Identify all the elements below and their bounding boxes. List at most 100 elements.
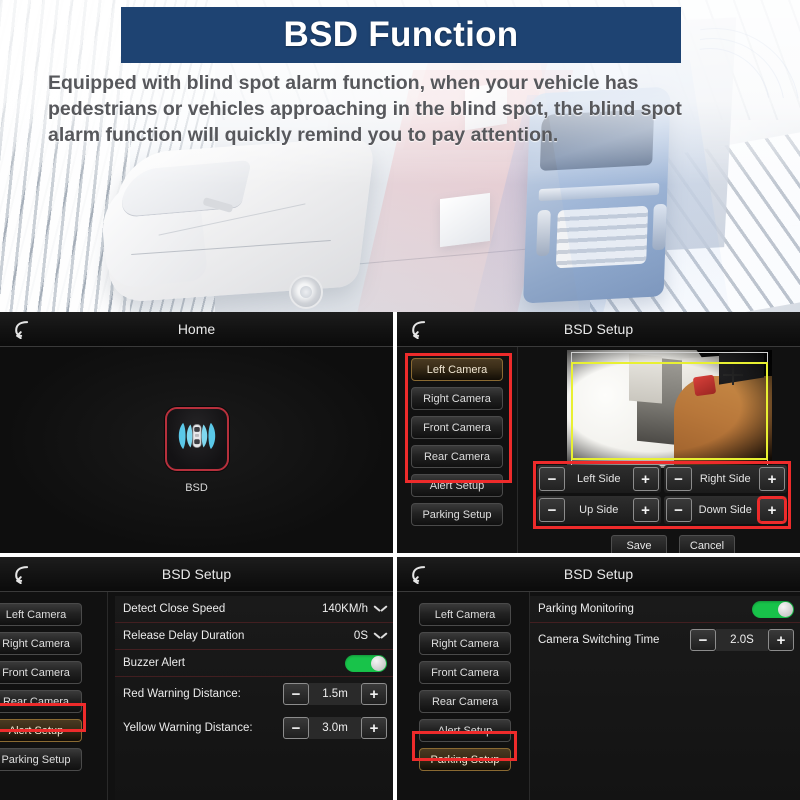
row-release-delay-duration: Release Delay Duration 0S xyxy=(115,623,393,650)
chevron-down-icon[interactable] xyxy=(374,605,387,613)
camera-setup-title: BSD Setup xyxy=(563,321,634,337)
sidebar-item-parking-setup[interactable]: Parking Setup xyxy=(419,748,511,771)
alert-settings-list: Detect Close Speed 140KM/h Release Delay… xyxy=(115,596,393,800)
panel-camera-setup: BSD Setup Left Camera Right Camera Front… xyxy=(397,312,800,553)
parking-settings-list: Parking Monitoring Camera Switching Time… xyxy=(530,596,800,800)
camera-switching-time-minus-button[interactable]: − xyxy=(690,629,716,651)
sidebar-item-rear-camera[interactable]: Rear Camera xyxy=(0,690,82,713)
home-body: BSD xyxy=(0,347,393,553)
red-warning-minus-button[interactable]: − xyxy=(283,683,309,705)
sidebar-item-left-camera[interactable]: Left Camera xyxy=(419,603,511,626)
camera-setup-actions: Save Cancel xyxy=(611,535,735,553)
panel-parking-setup: BSD Setup Left Camera Right Camera Front… xyxy=(397,557,800,800)
row-red-warning-distance: Red Warning Distance: − 1.5m + xyxy=(115,677,393,711)
camera-switching-time-label: Camera Switching Time xyxy=(538,634,660,646)
buzzer-alert-toggle[interactable] xyxy=(345,654,387,672)
left-side-minus-button[interactable]: − xyxy=(539,467,565,491)
sidebar-item-parking-setup[interactable]: Parking Setup xyxy=(411,503,503,526)
left-side-plus-button[interactable]: + xyxy=(632,467,659,491)
chevron-down-icon[interactable] xyxy=(374,632,387,640)
sidebar-item-front-camera[interactable]: Front Camera xyxy=(411,416,503,439)
parking-monitoring-toggle[interactable] xyxy=(752,600,794,618)
camera-setup-header: BSD Setup xyxy=(397,312,800,347)
parking-setup-header: BSD Setup xyxy=(397,557,800,592)
save-button[interactable]: Save xyxy=(611,535,667,553)
yellow-warning-stepper: − 3.0m + xyxy=(283,717,387,739)
sidebar-item-right-camera[interactable]: Right Camera xyxy=(419,632,511,655)
panel-alert-setup: BSD Setup Left Camera Right Camera Front… xyxy=(0,557,393,800)
sidebar-item-rear-camera[interactable]: Rear Camera xyxy=(419,690,511,713)
right-side-plus-button[interactable]: + xyxy=(759,467,785,491)
obstacle-box xyxy=(440,192,490,248)
left-side-label: Left Side xyxy=(577,473,621,485)
sidebar-item-left-camera[interactable]: Left Camera xyxy=(0,603,82,626)
sidebar-divider xyxy=(107,592,108,800)
sidebar-item-rear-camera[interactable]: Rear Camera xyxy=(411,445,503,468)
yellow-warning-value: 3.0m xyxy=(309,717,361,739)
parking-setup-title: BSD Setup xyxy=(563,566,634,582)
back-arrow-icon[interactable] xyxy=(397,312,443,347)
down-side-plus-button[interactable]: + xyxy=(759,498,785,522)
sidebar-item-parking-setup[interactable]: Parking Setup xyxy=(0,748,82,771)
toggle-knob xyxy=(778,601,793,617)
sidebar-item-alert-setup[interactable]: Alert Setup xyxy=(0,719,82,742)
hero-banner: BSD Function Equipped with blind spot al… xyxy=(0,0,800,312)
toggle-knob xyxy=(371,655,386,671)
adjust-up-side: − Up Side + xyxy=(537,496,661,524)
truck-headlight xyxy=(536,209,551,257)
home-title: Home xyxy=(177,321,216,337)
back-arrow-icon[interactable] xyxy=(397,557,443,592)
bsd-app-tile[interactable] xyxy=(164,406,229,471)
camera-setup-body: Left Camera Right Camera Front Camera Re… xyxy=(397,347,800,553)
sidebar-item-front-camera[interactable]: Front Camera xyxy=(419,661,511,684)
screenshot-grid: Home BSD BSD Setup Left Camera Right Cam… xyxy=(0,312,800,800)
up-side-plus-button[interactable]: + xyxy=(632,498,659,522)
bsd-app-label: BSD xyxy=(185,481,208,494)
red-warning-plus-button[interactable]: + xyxy=(361,683,387,705)
camera-setup-sidebar: Left Camera Right Camera Front Camera Re… xyxy=(411,347,503,553)
red-warning-value: 1.5m xyxy=(309,683,361,705)
up-side-minus-button[interactable]: − xyxy=(539,498,565,522)
camera-switching-time-plus-button[interactable]: + xyxy=(768,629,794,651)
camera-switching-time-value: 2.0S xyxy=(716,629,768,651)
sidebar-item-right-camera[interactable]: Right Camera xyxy=(0,632,82,655)
red-warning-stepper: − 1.5m + xyxy=(283,683,387,705)
yellow-warning-plus-button[interactable]: + xyxy=(361,717,387,739)
back-arrow-icon[interactable] xyxy=(0,312,46,347)
parking-setup-body: Left Camera Right Camera Front Camera Re… xyxy=(397,592,800,800)
adjust-right-side: − Right Side + xyxy=(663,465,787,493)
back-arrow-icon[interactable] xyxy=(0,557,46,592)
panel-home: Home BSD xyxy=(0,312,393,553)
down-side-label: Down Side xyxy=(698,504,752,516)
page-title: BSD Function xyxy=(283,15,519,54)
right-side-label: Right Side xyxy=(699,473,751,485)
parking-setup-sidebar: Left Camera Right Camera Front Camera Re… xyxy=(419,592,511,800)
camera-feed-image xyxy=(567,350,772,468)
camera-preview xyxy=(567,350,772,468)
bsd-radar-icon xyxy=(172,418,222,459)
sidebar-item-alert-setup[interactable]: Alert Setup xyxy=(419,719,511,742)
red-warning-label: Red Warning Distance: xyxy=(123,688,241,700)
yellow-warning-minus-button[interactable]: − xyxy=(283,717,309,739)
parking-monitoring-label: Parking Monitoring xyxy=(538,603,634,615)
home-header: Home xyxy=(0,312,393,347)
down-side-minus-button[interactable]: − xyxy=(665,498,692,522)
alert-setup-title: BSD Setup xyxy=(161,566,232,582)
camera-switching-time-stepper: − 2.0S + xyxy=(690,629,794,651)
hero-description: Equipped with blind spot alarm function,… xyxy=(48,72,682,146)
cancel-button[interactable]: Cancel xyxy=(679,535,735,553)
yellow-warning-label: Yellow Warning Distance: xyxy=(123,722,253,734)
row-camera-switching-time: Camera Switching Time − 2.0S + xyxy=(530,623,800,657)
row-yellow-warning-distance: Yellow Warning Distance: − 3.0m + xyxy=(115,711,393,745)
van-wheel xyxy=(289,275,323,309)
detect-close-speed-value: 140KM/h xyxy=(321,603,368,615)
sidebar-item-left-camera[interactable]: Left Camera xyxy=(411,358,503,381)
sidebar-item-front-camera[interactable]: Front Camera xyxy=(0,661,82,684)
up-side-label: Up Side xyxy=(579,504,619,516)
adjust-left-side: − Left Side + xyxy=(537,465,661,493)
right-side-minus-button[interactable]: − xyxy=(665,467,692,491)
sidebar-item-right-camera[interactable]: Right Camera xyxy=(411,387,503,410)
release-delay-label: Release Delay Duration xyxy=(123,630,245,642)
sidebar-item-alert-setup[interactable]: Alert Setup xyxy=(411,474,503,497)
adjust-down-side: − Down Side + xyxy=(663,496,787,524)
